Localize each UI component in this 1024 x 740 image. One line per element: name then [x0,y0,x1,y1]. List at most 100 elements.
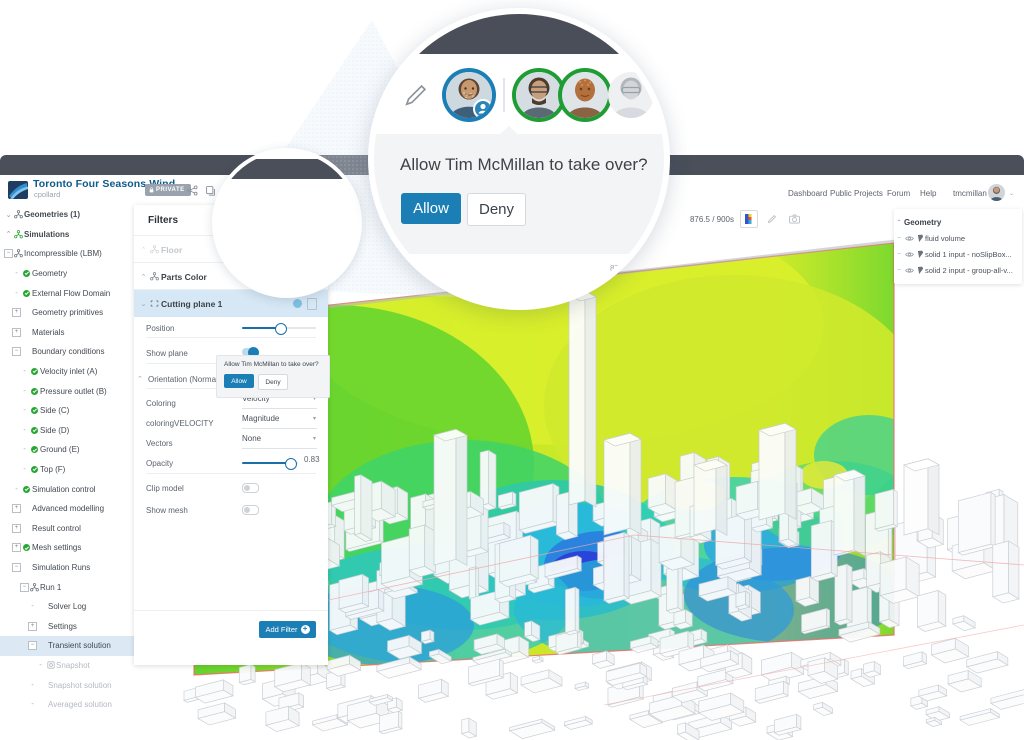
chevron-icon[interactable]: - [31,701,33,708]
header-user-caret-icon[interactable]: ⌄ [1009,190,1014,197]
takeover-popup-small[interactable]: Allow Tim McMillan to take over? Allow D… [216,355,330,398]
expand-icon[interactable]: + [12,504,21,514]
tree-item-simulations[interactable]: ⌃ Simulations [0,225,134,245]
copy-icon[interactable] [203,183,217,197]
share-icon[interactable] [185,183,199,197]
chevron-icon[interactable]: - [23,407,25,414]
delete-icon[interactable] [307,298,317,310]
tree-item-geometries-1[interactable]: ⌄ Geometries (1) [0,205,134,225]
tree-item-velocity-inlet-a[interactable]: - Velocity inlet (A) [0,362,134,382]
nav-public-projects[interactable]: Public Projects [830,189,883,198]
viewport-toolbar[interactable]: 876.5 / 900s [690,205,802,233]
tree-item-solver-log[interactable]: - Solver Log [0,597,134,617]
collapse-icon[interactable]: − [4,249,13,259]
collapse-icon[interactable]: − [20,582,29,592]
visibility-icon[interactable] [293,299,302,308]
deny-button[interactable]: Deny [467,193,526,226]
deny-button-small[interactable]: Deny [258,374,288,390]
pen-icon[interactable] [764,211,780,227]
chevron-icon[interactable]: - [15,486,17,493]
expand-icon[interactable]: + [12,523,21,533]
nav-help[interactable]: Help [920,189,936,198]
tree-item-pressure-outlet-b[interactable]: - Pressure outlet (B) [0,381,134,401]
chevron-up-icon[interactable]: ⌃ [139,273,148,281]
chevron-down-icon[interactable]: ⌄ [139,300,148,308]
chevron-up-icon[interactable]: ⌃ [894,219,904,226]
tree-item-geometry-primitives[interactable]: + Geometry primitives [0,303,134,323]
nav-dashboard[interactable]: Dashboard [788,189,827,198]
magnified-avatar-group[interactable]: +3 [446,72,670,118]
show-mesh-toggle[interactable] [242,505,259,515]
tree-item-advanced-modelling[interactable]: + Advanced modelling [0,499,134,519]
position-slider[interactable] [242,323,316,335]
chevron-icon[interactable]: - [23,368,25,375]
tree-item-geometry[interactable]: - Geometry [0,264,134,284]
nav-forum[interactable]: Forum [887,189,910,198]
avatar-more-count[interactable]: +3 [667,72,670,118]
geometry-item[interactable]: – fluid volume [894,230,1022,246]
collapse-icon[interactable]: − [12,562,21,572]
legend-icon[interactable] [740,210,758,228]
geometry-panel-header[interactable]: ⌃ Geometry [894,214,1022,230]
camera-icon[interactable] [786,211,802,227]
geometry-item[interactable]: – solid 2 input - group-all-v... [894,262,1022,278]
collapse-icon[interactable]: − [28,641,37,651]
tree-item-ground-e[interactable]: - Ground (E) [0,440,134,460]
tree-item-transient-solution[interactable]: − Transient solution [0,636,134,656]
add-filter-button[interactable]: Add Filter + [259,621,316,638]
chevron-icon[interactable]: - [23,388,25,395]
tree-item-side-c[interactable]: - Side (C) [0,401,134,421]
clip-model-toggle[interactable] [242,483,259,493]
vectors-select[interactable]: None ▾ [242,433,317,449]
chevron-icon[interactable]: - [15,290,17,297]
model-tree-panel[interactable]: ⌄ Geometries (1) ⌃ Simulations − Incompressib… [0,205,135,740]
tree-item-incompressible-lbm[interactable]: − Incompressible (LBM) [0,244,134,264]
expand-icon[interactable]: + [12,308,21,318]
pencil-icon[interactable] [403,82,429,108]
geometry-panel[interactable]: ⌃ Geometry – fluid volume – solid 1 input -… [894,209,1022,284]
eye-icon[interactable] [904,267,915,274]
tree-item-materials[interactable]: + Materials [0,323,134,343]
tree-item-result-control[interactable]: + Result control [0,519,134,539]
coloring-velocity-select[interactable]: Magnitude ▾ [242,413,317,429]
avatar-collaborator-2[interactable] [562,72,608,118]
chevron-up-icon[interactable]: ⌃ [137,375,143,383]
tree-item-top-f[interactable]: - Top (F) [0,460,134,480]
nav-username[interactable]: tmcmillan [953,189,987,198]
avatar-current-user[interactable] [446,72,492,118]
chevron-icon[interactable]: - [23,446,25,453]
geometry-item[interactable]: – solid 1 input - noSlipBox... [894,246,1022,262]
chevron-icon[interactable]: - [39,662,41,669]
expand-icon[interactable]: + [12,327,21,337]
expand-icon[interactable]: + [28,621,37,631]
tree-item-mesh-settings[interactable]: + Mesh settings [0,538,134,558]
tree-item-settings[interactable]: + Settings [0,616,134,636]
chevron-icon[interactable]: - [31,603,33,610]
chevron-icon[interactable]: ⌄ [6,212,12,219]
eye-icon[interactable] [904,235,915,242]
chevron-icon[interactable]: - [15,270,17,277]
tree-item-snapshot-solution[interactable]: - Snapshot solution [0,675,134,695]
eye-icon[interactable] [904,251,915,258]
chevron-icon[interactable]: - [23,427,25,434]
collapse-icon[interactable]: − [12,347,21,357]
expand-icon[interactable]: + [12,543,21,553]
tree-item-simulation-control[interactable]: - Simulation control [0,479,134,499]
tree-item-boundary-conditions[interactable]: − Boundary conditions [0,342,134,362]
allow-button-small[interactable]: Allow [224,374,254,388]
tree-item-simulation-runs[interactable]: − Simulation Runs [0,558,134,578]
tree-item-averaged-solution[interactable]: - Averaged solution [0,695,134,715]
tree-item-run-1[interactable]: − Run 1 [0,577,134,597]
tree-item-side-d[interactable]: - Side (D) [0,421,134,441]
chevron-icon[interactable]: ⌃ [6,231,12,238]
avatar-collaborator-1[interactable] [516,72,562,118]
avatar-collaborator-3[interactable] [608,72,654,118]
header-user-avatar[interactable] [988,184,1005,201]
tree-item-snapshot[interactable]: - Snapshot [0,656,134,676]
tree-item-external-flow-domain[interactable]: - External Flow Domain [0,283,134,303]
chevron-icon[interactable]: - [23,466,25,473]
chevron-up-icon[interactable]: ⌃ [139,246,148,254]
opacity-slider[interactable] [242,458,298,470]
chevron-icon[interactable]: - [31,682,33,689]
allow-button[interactable]: Allow [401,193,461,224]
